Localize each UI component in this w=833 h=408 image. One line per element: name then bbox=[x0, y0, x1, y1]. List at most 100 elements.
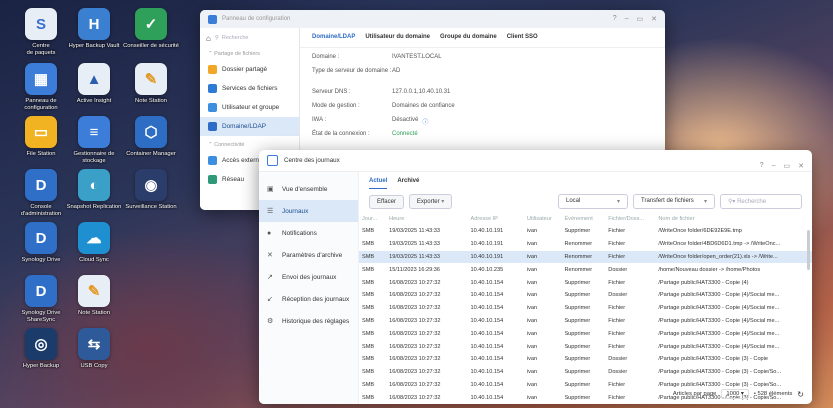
desktop-shortcut-label: USB Copy bbox=[80, 363, 108, 369]
sidebar-search-input[interactable]: ⚲ Recherche bbox=[215, 32, 293, 44]
table-row[interactable]: SMB 16/08/2023 10:27:32 10.40.10.154 ivan Su… bbox=[359, 276, 812, 289]
table-cell: 10.40.10.191 bbox=[467, 250, 524, 264]
refresh-icon[interactable]: ↻ bbox=[797, 390, 804, 399]
table-row[interactable]: SMB 16/08/2023 10:27:32 10.40.10.154 ivan Su… bbox=[359, 353, 812, 366]
table-cell: Dossier bbox=[608, 369, 628, 376]
domain-field-row: Type de serveur de domaine : AD bbox=[312, 68, 653, 89]
per-page-select[interactable]: 1000 ▾ bbox=[721, 389, 749, 399]
sidebar-item[interactable]: ● Notifications bbox=[259, 222, 358, 244]
log-center-app-icon bbox=[267, 155, 278, 166]
sidebar-item-label: Dossier partagé bbox=[222, 66, 268, 73]
control-panel-titlebar[interactable]: Panneau de configuration ? – ▭ ✕ bbox=[200, 10, 665, 28]
table-cell: Supprimer bbox=[564, 330, 591, 337]
column-header[interactable]: Jour... bbox=[359, 213, 386, 225]
table-cell: ivan bbox=[526, 343, 538, 350]
section-file-sharing[interactable]: ⌃ Partage de fichiers bbox=[200, 48, 299, 60]
desktop-shortcut-label: Cloud Sync bbox=[79, 257, 109, 263]
sidebar-item[interactable]: ☰ Journaux bbox=[259, 200, 358, 222]
minimize-icon[interactable]: – bbox=[772, 162, 776, 170]
column-header[interactable]: Nom de fichier bbox=[655, 213, 812, 225]
sidebar-item-label: Réception des journaux bbox=[282, 295, 350, 303]
log-tab[interactable]: Archivé bbox=[397, 178, 419, 186]
table-cell: 16/08/2023 10:27:32 bbox=[389, 343, 441, 350]
domain-tab[interactable]: Utilisateur du domaine bbox=[365, 34, 430, 41]
log-center-titlebar[interactable]: Centre des journaux ? – ▭ ✕ bbox=[259, 150, 812, 172]
table-cell: /Partage public/HAT3300 - Copie (4)/Soci… bbox=[658, 317, 780, 324]
section-connectivity[interactable]: ⌃ Connectivité bbox=[200, 136, 299, 151]
info-icon[interactable]: ⓘ bbox=[422, 117, 428, 131]
log-scrollbar[interactable] bbox=[807, 230, 810, 270]
log-search-input[interactable]: ⚲▾ Recherche bbox=[720, 194, 802, 209]
table-row[interactable]: SMB 16/08/2023 10:27:32 10.40.10.154 ivan Su… bbox=[359, 366, 812, 379]
field-value: Désactivé bbox=[392, 117, 419, 123]
close-icon[interactable]: ✕ bbox=[651, 15, 657, 23]
table-row[interactable]: SMB 15/11/2023 16:29:36 10.40.10.235 ivan Re… bbox=[359, 263, 812, 276]
domain-tab[interactable]: Client SSO bbox=[507, 34, 538, 41]
maximize-icon[interactable]: ▭ bbox=[637, 15, 644, 23]
table-cell: Fichier bbox=[608, 343, 626, 350]
close-icon[interactable]: ✕ bbox=[798, 162, 804, 170]
file-services-icon bbox=[208, 84, 217, 93]
maximize-icon[interactable]: ▭ bbox=[784, 162, 791, 170]
table-cell: /Partage public/HAT3300 - Copie (4)/Soci… bbox=[658, 343, 780, 350]
domain-tab[interactable]: Domaine/LDAP bbox=[312, 34, 355, 41]
sidebar-item[interactable]: ✕ Paramètres d'archive bbox=[259, 244, 358, 266]
help-icon[interactable]: ? bbox=[613, 15, 617, 23]
table-cell: Supprimer bbox=[564, 317, 591, 324]
table-cell: 10.40.10.154 bbox=[470, 343, 504, 350]
log-center-window: Centre des journaux ? – ▭ ✕ ▣ Vue d'ensemble… bbox=[259, 150, 812, 404]
sidebar-item[interactable]: Dossier partagé bbox=[200, 60, 299, 79]
table-row[interactable]: SMB 16/08/2023 10:27:32 10.40.10.154 ivan Su… bbox=[359, 327, 812, 340]
column-header[interactable]: Heure bbox=[386, 213, 467, 225]
domain-field-row: IWA : Désactivé ⓘ bbox=[312, 117, 653, 131]
column-header[interactable]: Fichier/Doss... bbox=[605, 213, 655, 225]
sidebar-item[interactable]: ↙ Réception des journaux bbox=[259, 288, 358, 310]
table-row[interactable]: SMB 16/08/2023 10:27:32 10.40.10.154 ivan Su… bbox=[359, 289, 812, 302]
sidebar-item[interactable]: ↗ Envoi des journaux bbox=[259, 266, 358, 288]
clear-button[interactable]: Effacer bbox=[369, 194, 404, 209]
sidebar-item[interactable]: Services de fichiers bbox=[200, 79, 299, 98]
desktop-shortcut[interactable]: ✎ Note Station bbox=[118, 63, 184, 105]
minimize-icon[interactable]: – bbox=[625, 15, 629, 23]
external-access-icon bbox=[208, 156, 217, 165]
usb-copy-icon: ⇆ bbox=[78, 328, 110, 360]
desktop-shortcut[interactable]: ⬡ Container Manager bbox=[118, 116, 184, 158]
column-header[interactable]: Utilisateur bbox=[524, 213, 562, 225]
log-tabs: Actuel Archivé bbox=[359, 172, 812, 192]
sidebar-item[interactable]: ⚙ Historique des réglages bbox=[259, 310, 358, 332]
desktop-shortcut[interactable]: ✎ Note Station bbox=[61, 275, 127, 317]
chevron-down-icon: ▾ bbox=[441, 199, 445, 205]
table-row[interactable]: SMB 19/03/2025 11:43:33 10.40.10.191 ivan Su… bbox=[359, 225, 812, 238]
export-button[interactable]: Exporter ▾ bbox=[408, 194, 453, 209]
desktop-shortcut[interactable]: ☁ Cloud Sync bbox=[61, 222, 127, 264]
desktop-shortcut[interactable]: ◉ Surveillance Station bbox=[118, 169, 184, 211]
table-row[interactable]: SMB 16/08/2023 10:27:32 10.40.10.154 ivan Su… bbox=[359, 302, 812, 315]
desktop-shortcut[interactable]: ✓ Conseiller de sécurité bbox=[118, 8, 184, 50]
desktop-shortcut[interactable]: ⇆ USB Copy bbox=[61, 328, 127, 370]
table-cell: /Partage public/HAT3300 - Copie (3) - Co… bbox=[658, 369, 782, 376]
sidebar-item[interactable]: Domaine/LDAP bbox=[200, 117, 299, 136]
log-table-header: Jour... Heure Adresse IP Utilisateur Événeme… bbox=[359, 213, 812, 225]
help-icon[interactable]: ? bbox=[760, 162, 764, 170]
log-type-select[interactable]: Transfert de fichiers ▾ bbox=[633, 194, 715, 209]
table-row[interactable]: SMB 19/03/2025 11:43:33 10.40.10.191 ivan Re… bbox=[359, 238, 812, 251]
column-header[interactable]: Adresse IP bbox=[468, 213, 524, 225]
log-tab[interactable]: Actuel bbox=[369, 178, 388, 189]
table-cell: SMB bbox=[362, 394, 375, 401]
column-header[interactable]: Événement bbox=[561, 213, 605, 225]
home-icon[interactable]: ⌂ bbox=[206, 34, 211, 43]
note-station-icon: ✎ bbox=[135, 63, 167, 95]
table-row[interactable]: SMB 16/08/2023 10:27:32 10.40.10.154 ivan Su… bbox=[359, 340, 812, 353]
table-cell: ivan bbox=[526, 394, 538, 401]
table-cell: SMB bbox=[362, 343, 375, 350]
table-row[interactable]: SMB 16/08/2023 10:27:32 10.40.10.154 ivan Su… bbox=[359, 315, 812, 328]
table-cell: ivan bbox=[526, 330, 538, 337]
sidebar-item[interactable]: ▣ Vue d'ensemble bbox=[259, 178, 358, 200]
per-page-label: Articles par page bbox=[672, 391, 717, 397]
log-sending-icon: ↗ bbox=[267, 274, 273, 281]
source-select[interactable]: Local ▾ bbox=[558, 194, 628, 209]
sidebar-item[interactable]: Utilisateur et groupe bbox=[200, 98, 299, 117]
sidebar-item-label: Historique des réglages bbox=[282, 317, 350, 325]
table-row[interactable]: SMB 19/03/2025 11:43:33 10.40.10.191 ivan Re… bbox=[359, 250, 812, 264]
domain-tab[interactable]: Groupe du domaine bbox=[440, 34, 497, 41]
